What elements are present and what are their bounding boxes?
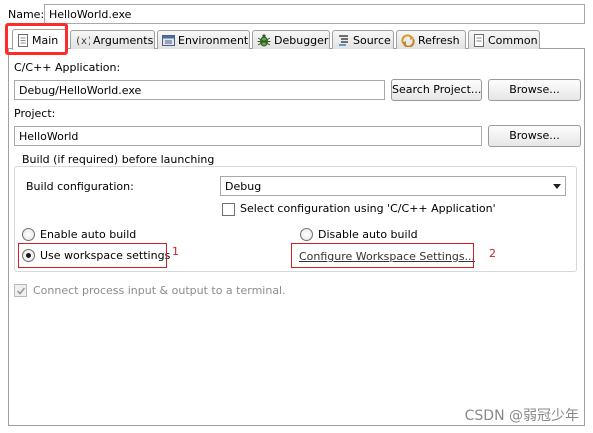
- environment-icon: [162, 34, 175, 46]
- tab-common-label: Common: [488, 33, 538, 47]
- tab-environment[interactable]: Environment: [157, 30, 250, 49]
- build-group-label: Build (if required) before launching: [20, 153, 217, 166]
- tab-arguments[interactable]: (x) Arguments: [70, 30, 155, 49]
- terminal-checkbox[interactable]: [14, 284, 27, 297]
- tab-source-label: Source: [353, 33, 391, 47]
- annotation-2: 2: [489, 247, 496, 260]
- tab-debugger[interactable]: Debugger: [252, 30, 330, 49]
- annotation-1: 1: [172, 245, 179, 258]
- build-config-value: Debug: [225, 180, 262, 193]
- name-field[interactable]: HelloWorld.exe: [44, 4, 585, 24]
- tab-arguments-label: Arguments: [93, 33, 154, 47]
- tab-environment-label: Environment: [178, 33, 249, 47]
- tab-common[interactable]: Common: [468, 30, 540, 49]
- arguments-icon: (x): [75, 36, 90, 46]
- search-project-button[interactable]: Search Project...: [391, 79, 482, 101]
- build-config-select[interactable]: Debug: [220, 176, 566, 196]
- tab-source[interactable]: Source: [332, 30, 394, 49]
- project-field[interactable]: HelloWorld: [14, 126, 482, 146]
- enable-auto-build-radio[interactable]: [22, 228, 35, 241]
- chevron-down-icon: [553, 184, 561, 189]
- terminal-label: Connect process input & output to a term…: [33, 284, 286, 297]
- source-icon: [339, 34, 348, 46]
- configure-workspace-highlight: [291, 243, 474, 268]
- tab-refresh-label: Refresh: [418, 33, 460, 47]
- debugger-bug-icon: [257, 33, 271, 46]
- application-field[interactable]: Debug/HelloWorld.exe: [14, 80, 385, 100]
- tab-bar: Main (x) Arguments Environment Debugger: [8, 29, 585, 50]
- main-tab-highlight: [5, 23, 68, 55]
- project-label: Project:: [14, 107, 56, 120]
- csdn-watermark: CSDN @弱冠少年: [464, 408, 579, 424]
- select-config-checkbox[interactable]: [222, 203, 235, 216]
- refresh-icon: [401, 33, 415, 47]
- common-icon: [474, 33, 484, 47]
- select-config-label: Select configuration using 'C/C++ Applic…: [240, 202, 496, 215]
- svg-text:(x): (x): [75, 36, 90, 46]
- browse-application-button[interactable]: Browse...: [488, 79, 581, 101]
- disable-auto-build-radio[interactable]: [300, 228, 313, 241]
- enable-auto-build-label: Enable auto build: [40, 228, 137, 241]
- workspace-settings-highlight: [18, 243, 167, 268]
- browse-project-button[interactable]: Browse...: [488, 125, 581, 147]
- name-label: Name:: [8, 8, 45, 21]
- application-label: C/C++ Application:: [14, 61, 121, 74]
- disable-auto-build-label: Disable auto build: [318, 228, 418, 241]
- build-config-label: Build configuration:: [26, 180, 134, 193]
- checkmark-icon: [16, 287, 26, 295]
- tab-debugger-label: Debugger: [274, 33, 329, 47]
- tab-refresh[interactable]: Refresh: [396, 30, 466, 49]
